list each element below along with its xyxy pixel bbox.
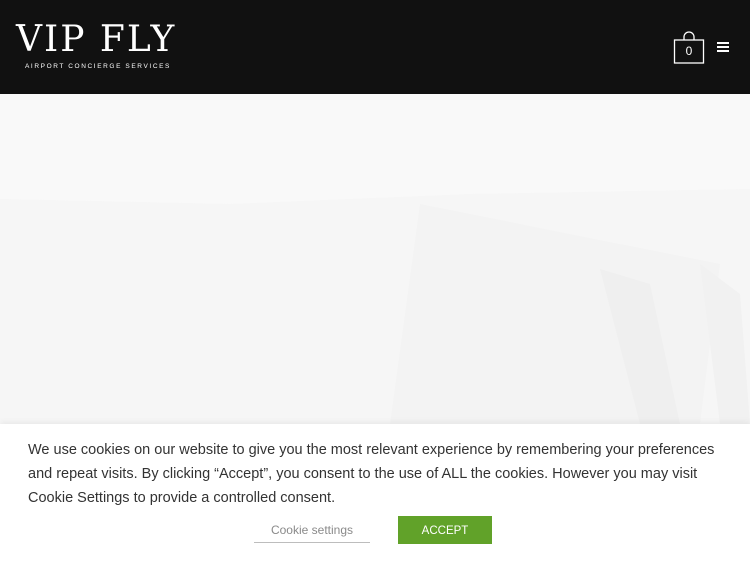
cookie-settings-button[interactable]: Cookie settings bbox=[254, 516, 370, 543]
hero-background bbox=[0, 94, 750, 424]
site-logo[interactable]: VIP FLY AIRPORT CONCIERGE SERVICES bbox=[16, 20, 196, 72]
cookie-consent-banner: We use cookies on our website to give yo… bbox=[0, 424, 750, 563]
logo-tagline: AIRPORT CONCIERGE SERVICES bbox=[25, 63, 171, 70]
cart-button[interactable]: 0 bbox=[672, 28, 706, 66]
accept-cookies-button[interactable]: ACCEPT bbox=[398, 516, 492, 544]
logo-wordmark: VIP FLY bbox=[16, 19, 177, 60]
site-header: VIP FLY AIRPORT CONCIERGE SERVICES 0 bbox=[0, 0, 750, 94]
hero-image bbox=[0, 94, 750, 424]
hamburger-menu-icon[interactable] bbox=[717, 42, 729, 52]
cookie-message: We use cookies on our website to give yo… bbox=[28, 442, 715, 506]
cart-count: 0 bbox=[685, 44, 693, 58]
